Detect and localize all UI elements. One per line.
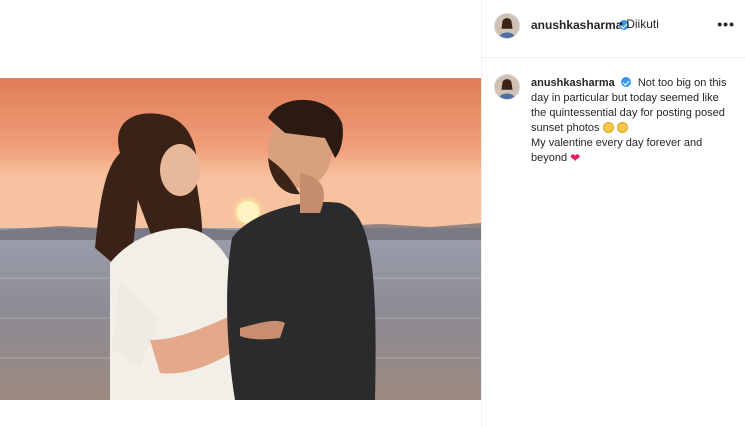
caption-text: anushkasharma Not too big on this day in… xyxy=(531,76,731,166)
follow-status[interactable]: • Diikuti xyxy=(619,17,659,31)
avatar[interactable] xyxy=(494,74,520,100)
profile-photo-icon xyxy=(495,14,519,38)
header-username[interactable]: anushkasharma xyxy=(531,18,622,32)
caption-line-2: My valentine every day forever and beyon… xyxy=(531,137,703,164)
sunset-couple-photo xyxy=(0,78,481,400)
verified-badge-icon xyxy=(620,77,631,87)
post-header: anushkasharma • Diikuti ••• xyxy=(482,0,745,58)
post-sidebar: anushkasharma • Diikuti ••• anushkasharma… xyxy=(482,0,745,427)
post-media-pane xyxy=(0,0,481,427)
red-heart-emoji-icon: ❤ xyxy=(570,151,581,165)
avatar[interactable] xyxy=(494,13,520,39)
separator-dot: • xyxy=(619,17,624,31)
grinning-squint-emoji-icon xyxy=(616,122,628,133)
caption-username[interactable]: anushkasharma xyxy=(531,77,615,89)
follow-status-label: Diikuti xyxy=(626,17,659,31)
more-options-icon[interactable]: ••• xyxy=(717,16,735,32)
post-photo[interactable] xyxy=(0,78,481,400)
pleading-face-emoji-icon xyxy=(602,122,614,133)
profile-photo-icon xyxy=(495,75,519,99)
